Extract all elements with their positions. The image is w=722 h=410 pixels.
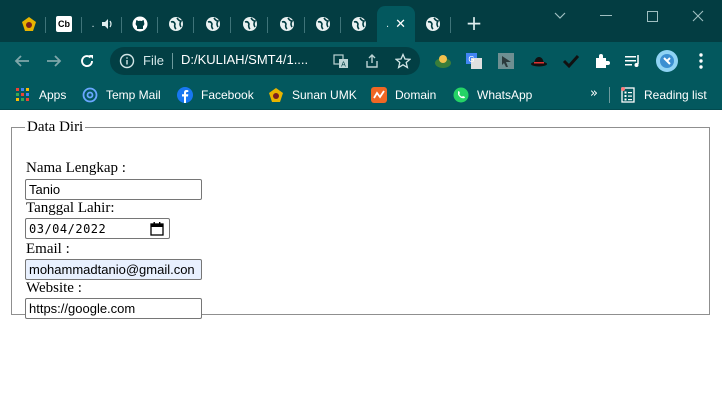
- new-tab-button[interactable]: +: [464, 13, 484, 34]
- tab-strip: Cb . . ✕ +: [0, 0, 722, 42]
- tab-globe-6[interactable]: [341, 6, 377, 42]
- extension-checkmark-icon[interactable]: [562, 52, 580, 70]
- reading-list-icon: [620, 87, 636, 103]
- browser-toolbar: File D:/KULIAH/SMT4/1.... A G: [0, 42, 722, 80]
- translate-icon[interactable]: A: [333, 53, 349, 69]
- bookmark-label: Apps: [39, 88, 67, 102]
- email-input[interactable]: mohammadtanio@gmail.con: [25, 259, 202, 280]
- bookmark-label: Sunan UMK: [292, 88, 357, 102]
- umk-logo-icon: [268, 87, 284, 103]
- bookmark-apps[interactable]: Apps: [15, 85, 66, 105]
- nama-lengkap-label: Nama Lengkap :: [26, 160, 126, 176]
- website-value: https://google.com: [29, 301, 136, 316]
- page-content: Data Diri Nama Lengkap : Tanio Tanggal L…: [0, 111, 722, 410]
- reload-icon[interactable]: [77, 51, 97, 71]
- tab-title: .: [386, 18, 390, 30]
- url-text[interactable]: D:/KULIAH/SMT4/1....: [181, 52, 308, 67]
- email-label: Email :: [26, 241, 70, 257]
- star-bookmark-icon[interactable]: [394, 52, 412, 69]
- calendar-icon[interactable]: [150, 222, 164, 236]
- bookmark-sunan-umk[interactable]: Sunan UMK: [268, 85, 357, 105]
- tab-title: .: [91, 18, 95, 30]
- at-sign-icon: [82, 87, 98, 103]
- scheme-label: File: [143, 53, 164, 68]
- maximize-icon[interactable]: [640, 6, 664, 26]
- tab-separator: [450, 17, 451, 33]
- extension-tampermonkey-icon[interactable]: [434, 52, 452, 70]
- umk-logo-icon: [21, 16, 37, 32]
- data-diri-fieldset: Data Diri Nama Lengkap : Tanio Tanggal L…: [11, 119, 710, 319]
- bookmark-facebook[interactable]: Facebook: [177, 85, 254, 105]
- tab-cb[interactable]: Cb: [46, 6, 82, 42]
- apps-grid-icon: [15, 87, 31, 103]
- domain-icon: [371, 87, 387, 103]
- facebook-icon: [177, 87, 193, 103]
- omnibox-divider: [172, 53, 173, 69]
- tab-umk[interactable]: [12, 6, 46, 42]
- extension-google-translate-icon[interactable]: G: [465, 52, 483, 70]
- globe-icon: [351, 16, 367, 32]
- bookmark-label: Temp Mail: [106, 88, 161, 102]
- bookmark-label: Facebook: [201, 88, 254, 102]
- nama-lengkap-input[interactable]: Tanio: [25, 179, 202, 200]
- tanggal-lahir-value: 03/04/2022: [29, 221, 107, 236]
- close-tab-icon[interactable]: ✕: [395, 17, 406, 32]
- globe-icon: [425, 16, 441, 32]
- tab-search-icon[interactable]: [548, 6, 572, 26]
- speaker-icon: [101, 15, 113, 34]
- bookmark-domain[interactable]: Domain: [371, 85, 436, 105]
- cb-favicon-text: Cb: [58, 19, 70, 29]
- profile-avatar[interactable]: [656, 50, 678, 72]
- email-value: mohammadtanio@gmail.con: [29, 262, 195, 277]
- globe-icon: [168, 16, 184, 32]
- globe-icon: [279, 16, 295, 32]
- bookmarks-divider: [609, 87, 610, 103]
- tab-globe-7[interactable]: [415, 6, 451, 42]
- minimize-icon[interactable]: [594, 6, 618, 26]
- tab-globe-5[interactable]: [305, 6, 341, 42]
- tanggal-lahir-label: Tanggal Lahir:: [26, 200, 115, 216]
- reading-list-button[interactable]: Reading list: [620, 85, 707, 105]
- share-icon[interactable]: [364, 53, 380, 69]
- tab-globe-1[interactable]: [158, 6, 194, 42]
- nama-lengkap-value: Tanio: [29, 182, 61, 197]
- close-window-icon[interactable]: [686, 6, 710, 26]
- globe-icon: [242, 16, 258, 32]
- whatsapp-icon: [453, 87, 469, 103]
- bookmark-label: WhatsApp: [477, 88, 533, 102]
- extensions-puzzle-icon[interactable]: [593, 52, 611, 70]
- tab-globe-2[interactable]: [194, 6, 231, 42]
- forward-arrow-icon[interactable]: [44, 51, 64, 71]
- bookmarks-overflow-icon[interactable]: »: [590, 86, 598, 101]
- address-bar[interactable]: File D:/KULIAH/SMT4/1.... A: [110, 47, 420, 75]
- kebab-menu-icon[interactable]: [692, 52, 710, 70]
- reading-list-label: Reading list: [644, 88, 707, 102]
- tab-github[interactable]: [122, 6, 158, 42]
- cb-favicon-icon: Cb: [56, 16, 72, 32]
- tab-active[interactable]: . ✕: [377, 6, 415, 42]
- extension-arrow-icon[interactable]: [497, 52, 515, 70]
- tanggal-lahir-input[interactable]: 03/04/2022: [25, 218, 170, 239]
- tab-globe-4[interactable]: [268, 6, 305, 42]
- globe-icon: [315, 16, 331, 32]
- github-icon: [132, 16, 148, 32]
- bookmark-whatsapp[interactable]: WhatsApp: [453, 85, 532, 105]
- bookmarks-bar: Apps Temp Mail Facebook Sunan UMK Domain…: [0, 80, 722, 110]
- fieldset-legend: Data Diri: [27, 119, 84, 135]
- website-label: Website :: [26, 280, 82, 296]
- back-arrow-icon[interactable]: [12, 51, 32, 71]
- extension-hat-icon[interactable]: [530, 52, 548, 70]
- svg-text:G: G: [468, 55, 474, 64]
- svg-text:A: A: [341, 62, 346, 69]
- media-control-icon[interactable]: [624, 52, 642, 70]
- bookmark-temp-mail[interactable]: Temp Mail: [82, 85, 161, 105]
- tab-globe-3[interactable]: [231, 6, 268, 42]
- info-icon[interactable]: [119, 53, 135, 69]
- tab-audio[interactable]: .: [82, 6, 122, 42]
- website-input[interactable]: https://google.com: [25, 298, 202, 319]
- globe-icon: [205, 16, 221, 32]
- bookmark-label: Domain: [395, 88, 437, 102]
